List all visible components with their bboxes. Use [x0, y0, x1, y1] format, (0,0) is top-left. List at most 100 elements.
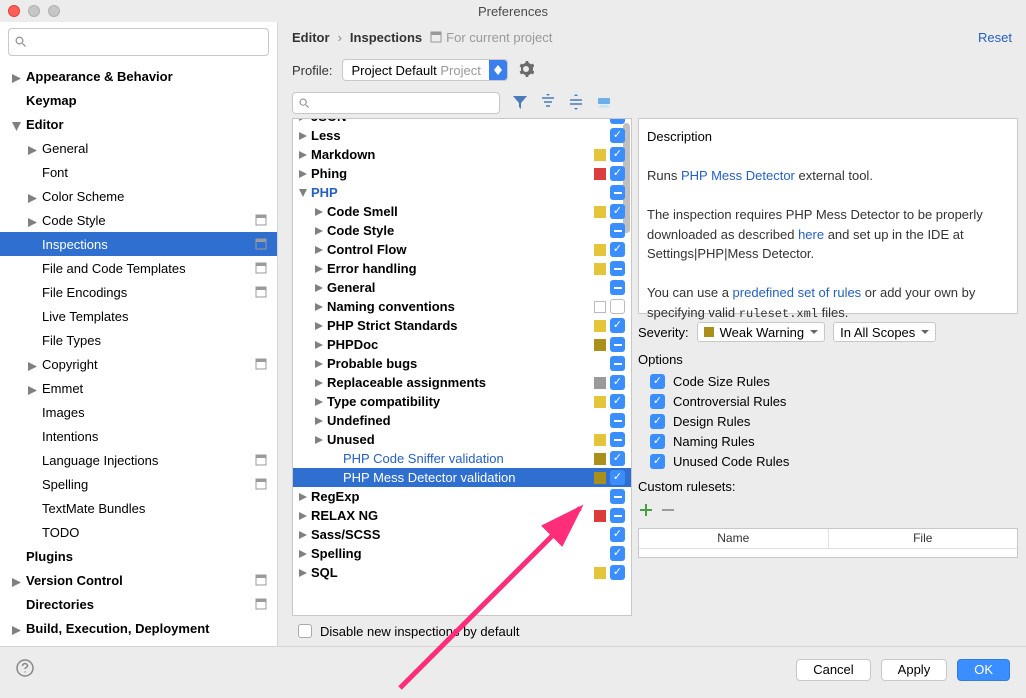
inspection-json[interactable]: JSON: [293, 118, 631, 126]
remove-ruleset-button[interactable]: [662, 504, 674, 519]
option-design-rules[interactable]: Design Rules: [638, 411, 1018, 431]
sidebar-item-editor[interactable]: Editor: [0, 112, 277, 136]
expand-all-button[interactable]: [540, 94, 556, 113]
inspection-undefined[interactable]: Undefined: [293, 411, 631, 430]
inspections-search-input[interactable]: [314, 96, 493, 110]
inspection-checkbox[interactable]: [610, 394, 625, 409]
phpmd-link[interactable]: PHP Mess Detector: [681, 168, 795, 183]
option-checkbox[interactable]: [650, 414, 665, 429]
option-checkbox[interactable]: [650, 454, 665, 469]
sidebar-item-build-execution-deployment[interactable]: Build, Execution, Deployment: [0, 616, 277, 640]
inspection-checkbox[interactable]: [610, 223, 625, 238]
option-checkbox[interactable]: [650, 434, 665, 449]
sidebar-item-file-types[interactable]: File Types: [0, 328, 277, 352]
here-link[interactable]: here: [798, 227, 824, 242]
sidebar-item-keymap[interactable]: Keymap: [0, 88, 277, 112]
sidebar-item-emmet[interactable]: Emmet: [0, 376, 277, 400]
apply-button[interactable]: Apply: [881, 659, 948, 681]
inspection-code-smell[interactable]: Code Smell: [293, 202, 631, 221]
inspection-checkbox[interactable]: [610, 242, 625, 257]
inspection-checkbox[interactable]: [610, 337, 625, 352]
inspection-checkbox[interactable]: [610, 118, 625, 124]
sidebar-item-font[interactable]: Font: [0, 160, 277, 184]
option-unused-code-rules[interactable]: Unused Code Rules: [638, 451, 1018, 471]
inspection-sass-scss[interactable]: Sass/SCSS: [293, 525, 631, 544]
help-button[interactable]: [16, 659, 34, 680]
filter-button[interactable]: [512, 94, 528, 113]
sidebar-item-textmate-bundles[interactable]: TextMate Bundles: [0, 496, 277, 520]
sidebar-item-color-scheme[interactable]: Color Scheme: [0, 184, 277, 208]
inspection-error-handling[interactable]: Error handling: [293, 259, 631, 278]
inspection-php-strict-standards[interactable]: PHP Strict Standards: [293, 316, 631, 335]
inspection-checkbox[interactable]: [610, 299, 625, 314]
sidebar-item-live-templates[interactable]: Live Templates: [0, 304, 277, 328]
reset-link[interactable]: Reset: [978, 30, 1012, 45]
sidebar-item-general[interactable]: General: [0, 136, 277, 160]
inspection-probable-bugs[interactable]: Probable bugs: [293, 354, 631, 373]
sidebar-item-languages-frameworks[interactable]: Languages & Frameworks: [0, 640, 277, 646]
collapse-all-button[interactable]: [568, 94, 584, 113]
inspection-phing[interactable]: Phing: [293, 164, 631, 183]
inspection-control-flow[interactable]: Control Flow: [293, 240, 631, 259]
sidebar-item-copyright[interactable]: Copyright: [0, 352, 277, 376]
inspections-search[interactable]: [292, 92, 500, 114]
inspection-less[interactable]: Less: [293, 126, 631, 145]
inspection-code-style[interactable]: Code Style: [293, 221, 631, 240]
rulesets-table[interactable]: Name File: [638, 528, 1018, 558]
inspection-checkbox[interactable]: [610, 185, 625, 200]
inspection-checkbox[interactable]: [610, 147, 625, 162]
cancel-button[interactable]: Cancel: [796, 659, 870, 681]
sidebar-item-language-injections[interactable]: Language Injections: [0, 448, 277, 472]
inspection-checkbox[interactable]: [610, 261, 625, 276]
inspection-naming-conventions[interactable]: Naming conventions: [293, 297, 631, 316]
inspection-checkbox[interactable]: [610, 413, 625, 428]
inspection-regexp[interactable]: RegExp: [293, 487, 631, 506]
rules-link[interactable]: predefined set of rules: [733, 285, 862, 300]
inspections-tree[interactable]: JSONLessMarkdownPhingPHPCode SmellCode S…: [292, 118, 632, 616]
inspection-replaceable-assignments[interactable]: Replaceable assignments: [293, 373, 631, 392]
inspection-php-code-sniffer-validation[interactable]: PHP Code Sniffer validation: [293, 449, 631, 468]
reset-profile-button[interactable]: [596, 94, 612, 113]
sidebar-item-code-style[interactable]: Code Style: [0, 208, 277, 232]
inspection-checkbox[interactable]: [610, 527, 625, 542]
option-checkbox[interactable]: [650, 374, 665, 389]
profile-select[interactable]: Project Default Project: [342, 59, 507, 81]
sidebar-item-file-encodings[interactable]: File Encodings: [0, 280, 277, 304]
scope-select[interactable]: In All Scopes: [833, 322, 936, 342]
inspection-php-mess-detector-validation[interactable]: PHP Mess Detector validation: [293, 468, 631, 487]
option-checkbox[interactable]: [650, 394, 665, 409]
sidebar-item-plugins[interactable]: Plugins: [0, 544, 277, 568]
inspection-checkbox[interactable]: [610, 166, 625, 181]
inspection-checkbox[interactable]: [610, 508, 625, 523]
inspection-sql[interactable]: SQL: [293, 563, 631, 582]
inspection-checkbox[interactable]: [610, 470, 625, 485]
option-controversial-rules[interactable]: Controversial Rules: [638, 391, 1018, 411]
sidebar-item-inspections[interactable]: Inspections: [0, 232, 277, 256]
add-ruleset-button[interactable]: [640, 504, 652, 519]
sidebar-item-images[interactable]: Images: [0, 400, 277, 424]
sidebar-item-version-control[interactable]: Version Control: [0, 568, 277, 592]
inspection-markdown[interactable]: Markdown: [293, 145, 631, 164]
inspection-checkbox[interactable]: [610, 128, 625, 143]
sidebar-item-directories[interactable]: Directories: [0, 592, 277, 616]
inspection-php[interactable]: PHP: [293, 183, 631, 202]
inspection-checkbox[interactable]: [610, 204, 625, 219]
inspection-checkbox[interactable]: [610, 375, 625, 390]
inspection-checkbox[interactable]: [610, 565, 625, 580]
inspection-checkbox[interactable]: [610, 489, 625, 504]
disable-checkbox[interactable]: [298, 624, 312, 638]
ok-button[interactable]: OK: [957, 659, 1010, 681]
inspection-phpdoc[interactable]: PHPDoc: [293, 335, 631, 354]
severity-select[interactable]: Weak Warning: [697, 322, 826, 342]
sidebar-item-spelling[interactable]: Spelling: [0, 472, 277, 496]
inspection-checkbox[interactable]: [610, 451, 625, 466]
option-code-size-rules[interactable]: Code Size Rules: [638, 371, 1018, 391]
inspection-relax-ng[interactable]: RELAX NG: [293, 506, 631, 525]
inspection-checkbox[interactable]: [610, 318, 625, 333]
sidebar-search[interactable]: [8, 28, 269, 56]
inspection-general[interactable]: General: [293, 278, 631, 297]
sidebar-item-appearance-behavior[interactable]: Appearance & Behavior: [0, 64, 277, 88]
inspection-checkbox[interactable]: [610, 432, 625, 447]
inspection-unused[interactable]: Unused: [293, 430, 631, 449]
sidebar-item-intentions[interactable]: Intentions: [0, 424, 277, 448]
